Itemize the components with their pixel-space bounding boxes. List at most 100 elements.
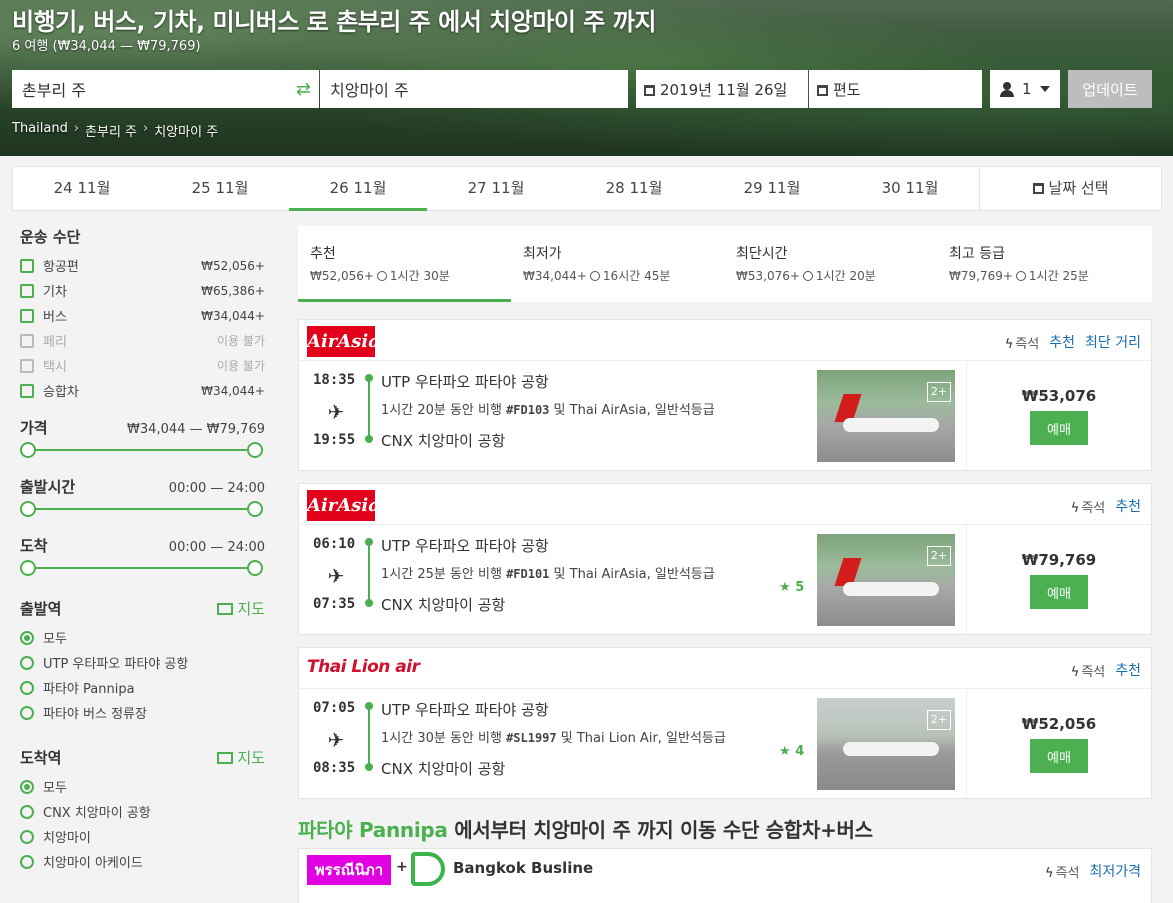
filter-train[interactable]: 기차 ₩65,386+	[20, 278, 265, 303]
sort-tab-cheapest[interactable]: 최저가 ₩34,044+ 16시간 45분	[511, 226, 724, 302]
filter-bus[interactable]: 버스 ₩34,044+	[20, 303, 265, 328]
radio[interactable]	[20, 655, 34, 670]
vehicle-photo[interactable]: 2+	[817, 534, 955, 626]
sort-tab-fastest[interactable]: 최단시간 ₩53,076+ 1시간 20분	[724, 226, 937, 302]
map-link[interactable]: 지도	[217, 747, 265, 768]
departure-station[interactable]: UTP 우타파오 파타야 공항	[381, 535, 715, 555]
from-station-option[interactable]: UTP 우타파오 파타야 공항	[20, 650, 265, 675]
date-field[interactable]: 2019년 11월 26일	[636, 70, 808, 108]
arrive-slider[interactable]	[20, 560, 263, 576]
radio[interactable]	[20, 680, 34, 695]
checkbox[interactable]	[20, 258, 34, 273]
slider-handle-max[interactable]	[247, 501, 263, 517]
vehicle-photo[interactable]: 2+	[817, 370, 955, 462]
breadcrumb-country[interactable]: Thailand	[12, 121, 68, 140]
result-card: AirAsia ϟ 즉석 추천 06:10 ✈ 07:35 UTP 우타파오 파타…	[298, 483, 1152, 635]
sort-tab-top-rated[interactable]: 최고 등급 ₩79,769+ 1시간 25분	[937, 226, 1150, 302]
sort-tab-duration: 1시간 30분	[389, 269, 450, 283]
result-price: ₩52,056	[1021, 715, 1097, 733]
arrive-title: 도착	[20, 537, 48, 555]
tag-link[interactable]: 추천	[1115, 496, 1141, 516]
tag-link[interactable]: 최저가격	[1089, 861, 1141, 881]
rating[interactable]: ★ 4	[779, 744, 804, 759]
calendar-icon	[1032, 183, 1044, 194]
date-tab[interactable]: 29 11월	[703, 167, 841, 210]
slider-handle-max[interactable]	[247, 442, 263, 458]
to-station-option[interactable]: 치앙마이 아케이드	[20, 849, 265, 874]
passenger-count: 1	[1022, 80, 1032, 98]
filter-flight[interactable]: 항공편 ₩52,056+	[20, 253, 265, 278]
depart-slider[interactable]	[20, 501, 263, 517]
section-heading-station[interactable]: 파타야 Pannipa	[298, 818, 448, 842]
date-tab-active[interactable]: 26 11월	[289, 167, 427, 211]
departure-time: 06:10	[313, 536, 356, 552]
breadcrumb-from[interactable]: 촌부리 주	[85, 121, 137, 140]
radio[interactable]	[20, 705, 34, 720]
date-tab[interactable]: 25 11월	[151, 167, 289, 210]
tag-link[interactable]: 추천	[1115, 660, 1141, 680]
to-station-title: 도착역	[20, 749, 62, 767]
from-station-option[interactable]: 파타야 Pannipa	[20, 675, 265, 700]
sort-tab-recommended[interactable]: 추천 ₩52,056+ 1시간 30분	[298, 226, 511, 302]
departure-station[interactable]: UTP 우타파오 파타야 공항	[381, 699, 726, 719]
date-tab[interactable]: 27 11월	[427, 167, 565, 210]
date-tab[interactable]: 24 11월	[13, 167, 151, 210]
caret-down-icon	[1039, 86, 1050, 92]
checkbox[interactable]	[20, 383, 34, 398]
filter-price: ₩65,386+	[201, 283, 265, 298]
arrival-station[interactable]: CNX 치앙마이 공항	[381, 430, 715, 450]
radio[interactable]	[20, 804, 34, 819]
sort-tab-duration: 1시간 25분	[1028, 269, 1089, 283]
slider-handle-min[interactable]	[20, 501, 36, 517]
price-column: ₩52,056 예매	[966, 689, 1151, 798]
date-picker-button[interactable]: 날짜 선택	[979, 167, 1161, 210]
to-station-option[interactable]: 모두	[20, 774, 265, 799]
to-station-option[interactable]: CNX 치앙마이 공항	[20, 799, 265, 824]
swap-icon[interactable]: ⇄	[296, 79, 311, 100]
radio[interactable]	[20, 779, 34, 794]
to-station-option[interactable]: 치앙마이	[20, 824, 265, 849]
date-tab[interactable]: 28 11월	[565, 167, 703, 210]
book-button[interactable]: 예매	[1030, 575, 1088, 609]
price-filter-header: 가격 ₩34,044 — ₩79,769	[20, 417, 265, 438]
radio[interactable]	[20, 630, 34, 645]
to-input[interactable]: 치앙마이 주	[320, 70, 628, 108]
depart-filter-header: 출발시간 00:00 — 24:00	[20, 476, 265, 497]
filter-van[interactable]: 승합차 ₩34,044+	[20, 378, 265, 403]
depart-range: 00:00 — 24:00	[168, 481, 265, 496]
date-tab[interactable]: 30 11월	[841, 167, 979, 210]
arrival-station[interactable]: CNX 치앙마이 공항	[381, 758, 726, 778]
sort-tab-label: 추천	[310, 246, 336, 262]
from-station-option[interactable]: 파타야 버스 정류장	[20, 700, 265, 725]
rating[interactable]: ★ 5	[779, 580, 804, 595]
passenger-select[interactable]: 1	[990, 70, 1060, 108]
from-input[interactable]: 촌부리 주 ⇄	[12, 70, 319, 108]
tag-link[interactable]: 추천	[1049, 332, 1075, 352]
slider-handle-min[interactable]	[20, 442, 36, 458]
vehicle-photo[interactable]: 2+	[817, 698, 955, 790]
filter-label: 버스	[43, 310, 67, 325]
slider-handle-min[interactable]	[20, 560, 36, 576]
station-label: 파타야 버스 정류장	[43, 707, 147, 722]
sort-tab-label: 최저가	[523, 246, 562, 262]
slider-handle-max[interactable]	[247, 560, 263, 576]
radio[interactable]	[20, 854, 34, 869]
breadcrumb-to[interactable]: 치앙마이 주	[154, 121, 218, 140]
tag-link[interactable]: 최단 거리	[1085, 332, 1141, 352]
checkbox[interactable]	[20, 308, 34, 323]
sort-tab-price: ₩53,076+	[736, 269, 800, 283]
return-field[interactable]: 편도	[809, 70, 982, 108]
book-button[interactable]: 예매	[1030, 411, 1088, 445]
price-slider[interactable]	[20, 442, 263, 458]
book-button[interactable]: 예매	[1030, 739, 1088, 773]
from-station-option[interactable]: 모두	[20, 625, 265, 650]
arrive-range: 00:00 — 24:00	[168, 540, 265, 555]
checkbox[interactable]	[20, 283, 34, 298]
update-button[interactable]: 업데이트	[1068, 70, 1152, 108]
map-link[interactable]: 지도	[217, 598, 265, 619]
departure-station[interactable]: UTP 우타파오 파타야 공항	[381, 371, 715, 391]
departure-time: 18:35	[313, 372, 356, 388]
radio[interactable]	[20, 829, 34, 844]
filter-label: 항공편	[43, 260, 79, 275]
arrival-station[interactable]: CNX 치앙마이 공항	[381, 594, 715, 614]
